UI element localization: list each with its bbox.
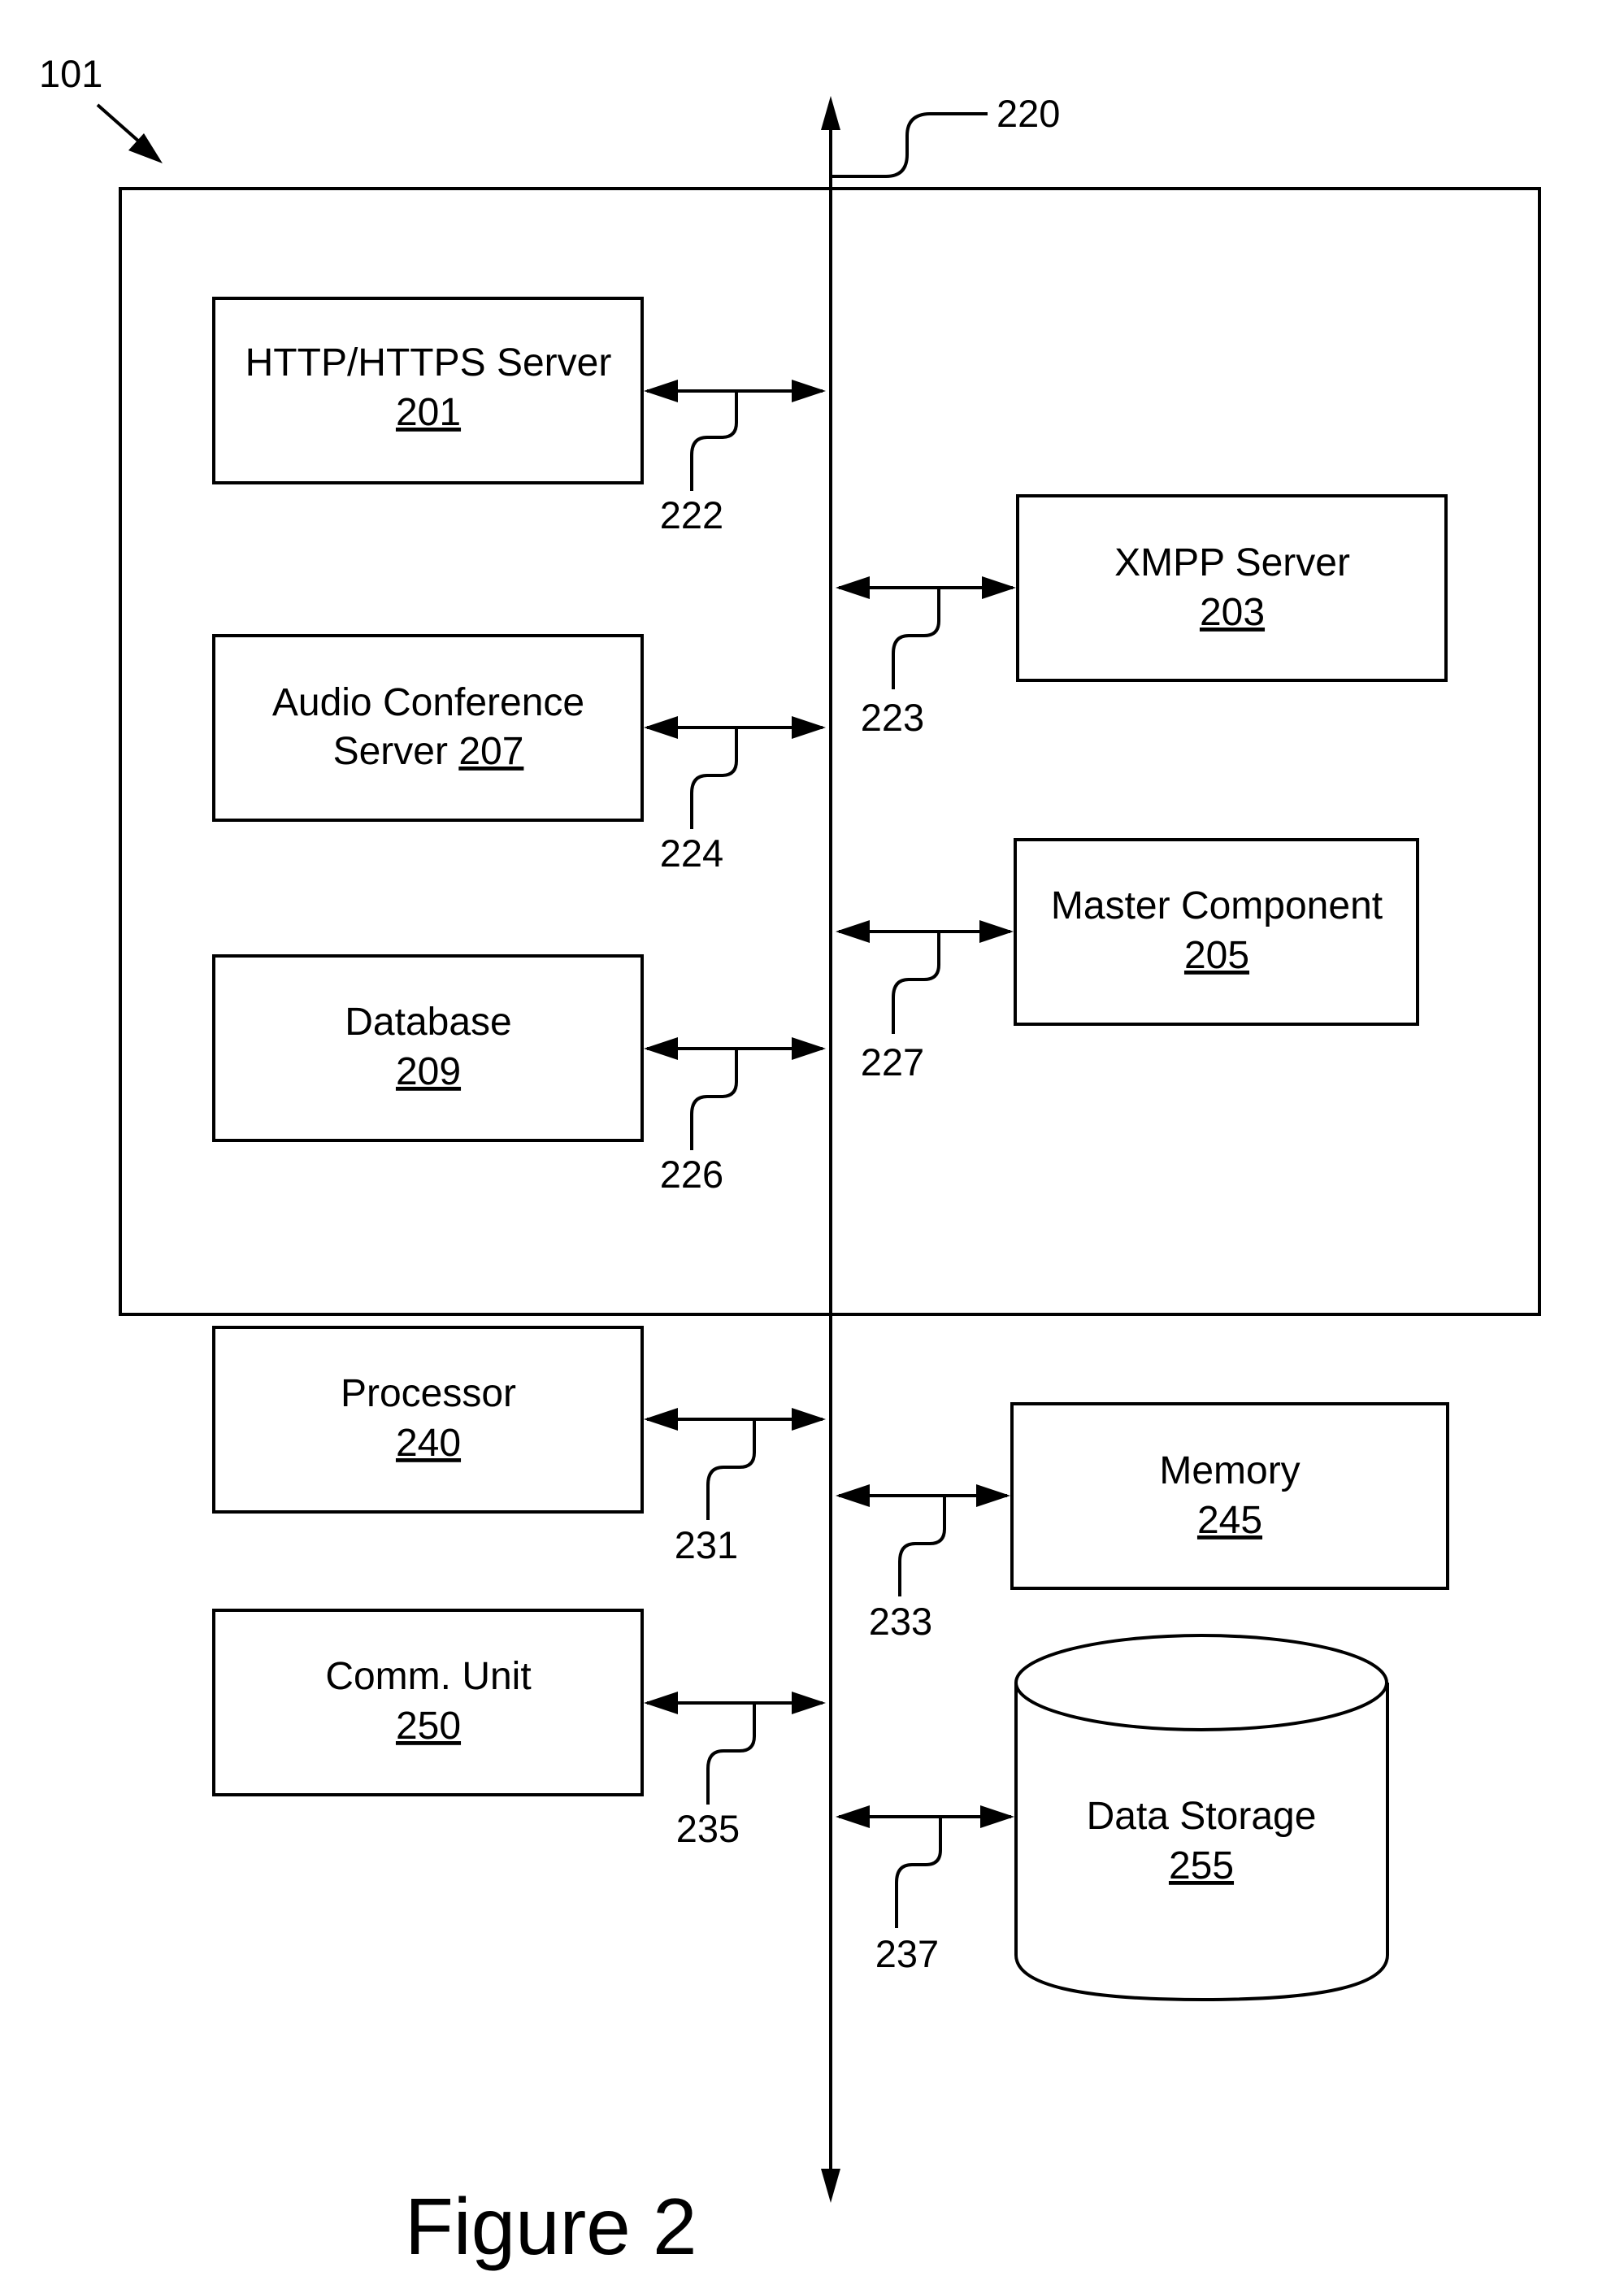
connector-227 [836, 920, 1014, 1034]
arrowhead-right-icon [980, 1805, 1014, 1828]
arrowhead-left-icon [644, 380, 678, 402]
connector-224 [644, 716, 826, 829]
bus-arrow-down-icon [821, 2169, 840, 2203]
arrowhead-left-icon [644, 1692, 678, 1714]
audio-conference-server-block: Audio Conference Server 207 [212, 634, 644, 822]
audio-conference-server-name-line2-text: Server [333, 730, 448, 773]
master-component-name: Master Component [1051, 884, 1383, 927]
bus-ref-leader [831, 112, 988, 178]
system-bus [821, 96, 988, 2203]
database-ref: 209 [396, 1050, 461, 1093]
connector-237-label: 237 [875, 1932, 939, 1975]
memory-name: Memory [1159, 1449, 1300, 1492]
master-component-block: Master Component 205 [1014, 838, 1419, 1026]
http-server-name: HTTP/HTTPS Server [245, 341, 612, 384]
http-server-block: HTTP/HTTPS Server 201 [212, 297, 644, 484]
arrowhead-right-icon [982, 576, 1016, 599]
connector-235-label: 235 [676, 1807, 740, 1850]
connector-222-label: 222 [660, 493, 723, 536]
data-storage-block: Data Storage 255 [1014, 1634, 1389, 2002]
cylinder-top [1014, 1634, 1388, 1731]
connector-231 [644, 1408, 826, 1520]
arrowhead-right-icon [792, 1408, 826, 1431]
arrowhead-left-icon [644, 716, 678, 739]
memory-block: Memory 245 [1010, 1402, 1449, 1590]
arrowhead-left-icon [644, 1408, 678, 1431]
arrowhead-left-icon [836, 1805, 870, 1828]
comm-unit-ref: 250 [396, 1705, 461, 1748]
master-component-ref: 205 [1184, 934, 1249, 977]
audio-conference-server-name-line2: Server 207 [333, 730, 524, 773]
connector-224-label: 224 [660, 832, 723, 875]
http-server-ref: 201 [396, 391, 461, 434]
processor-block: Processor 240 [212, 1326, 644, 1514]
arrowhead-left-icon [836, 1484, 870, 1507]
memory-ref: 245 [1197, 1499, 1262, 1542]
arrowhead-right-icon [792, 716, 826, 739]
data-storage-ref: 255 [1169, 1844, 1234, 1887]
arrowhead-right-icon [792, 1037, 826, 1060]
connector-231-label: 231 [675, 1523, 738, 1566]
connector-233 [836, 1484, 1010, 1596]
comm-unit-name: Comm. Unit [325, 1655, 531, 1698]
connector-223-label: 223 [861, 696, 924, 739]
arrowhead-right-icon [792, 1692, 826, 1714]
xmpp-server-block: XMPP Server 203 [1016, 494, 1448, 682]
xmpp-server-ref: 203 [1200, 591, 1265, 634]
system-ref-label: 101 [39, 52, 102, 95]
arrowhead-right-icon [976, 1484, 1010, 1507]
arrowhead-left-icon [644, 1037, 678, 1060]
processor-ref: 240 [396, 1422, 461, 1465]
arrowhead-right-icon [792, 380, 826, 402]
database-name: Database [345, 1001, 511, 1044]
connector-233-label: 233 [869, 1600, 932, 1643]
connector-235 [644, 1692, 826, 1805]
audio-conference-server-ref: 207 [458, 730, 523, 773]
connector-226-label: 226 [660, 1153, 723, 1196]
connector-237 [836, 1805, 1014, 1928]
connector-227-label: 227 [861, 1040, 924, 1084]
connector-226 [644, 1037, 826, 1150]
block-diagram: 101 220 HTTP/HTTPS Server 201 222 Audio … [39, 52, 1541, 2271]
arrowhead-left-icon [836, 920, 870, 943]
xmpp-server-name: XMPP Server [1114, 541, 1350, 584]
connector-222 [644, 380, 826, 491]
audio-conference-server-name-line1: Audio Conference [272, 681, 584, 724]
arrowhead-left-icon [836, 576, 870, 599]
system-pointer-arrow [96, 103, 163, 163]
arrowhead-right-icon [979, 920, 1014, 943]
data-storage-name: Data Storage [1087, 1795, 1317, 1838]
database-block: Database 209 [212, 954, 644, 1142]
figure-title: Figure 2 [405, 2182, 697, 2271]
processor-name: Processor [341, 1372, 516, 1415]
connector-223 [836, 576, 1016, 689]
comm-unit-block: Comm. Unit 250 [212, 1609, 644, 1796]
bus-arrow-up-icon [821, 96, 840, 130]
bus-ref-label: 220 [997, 92, 1060, 135]
